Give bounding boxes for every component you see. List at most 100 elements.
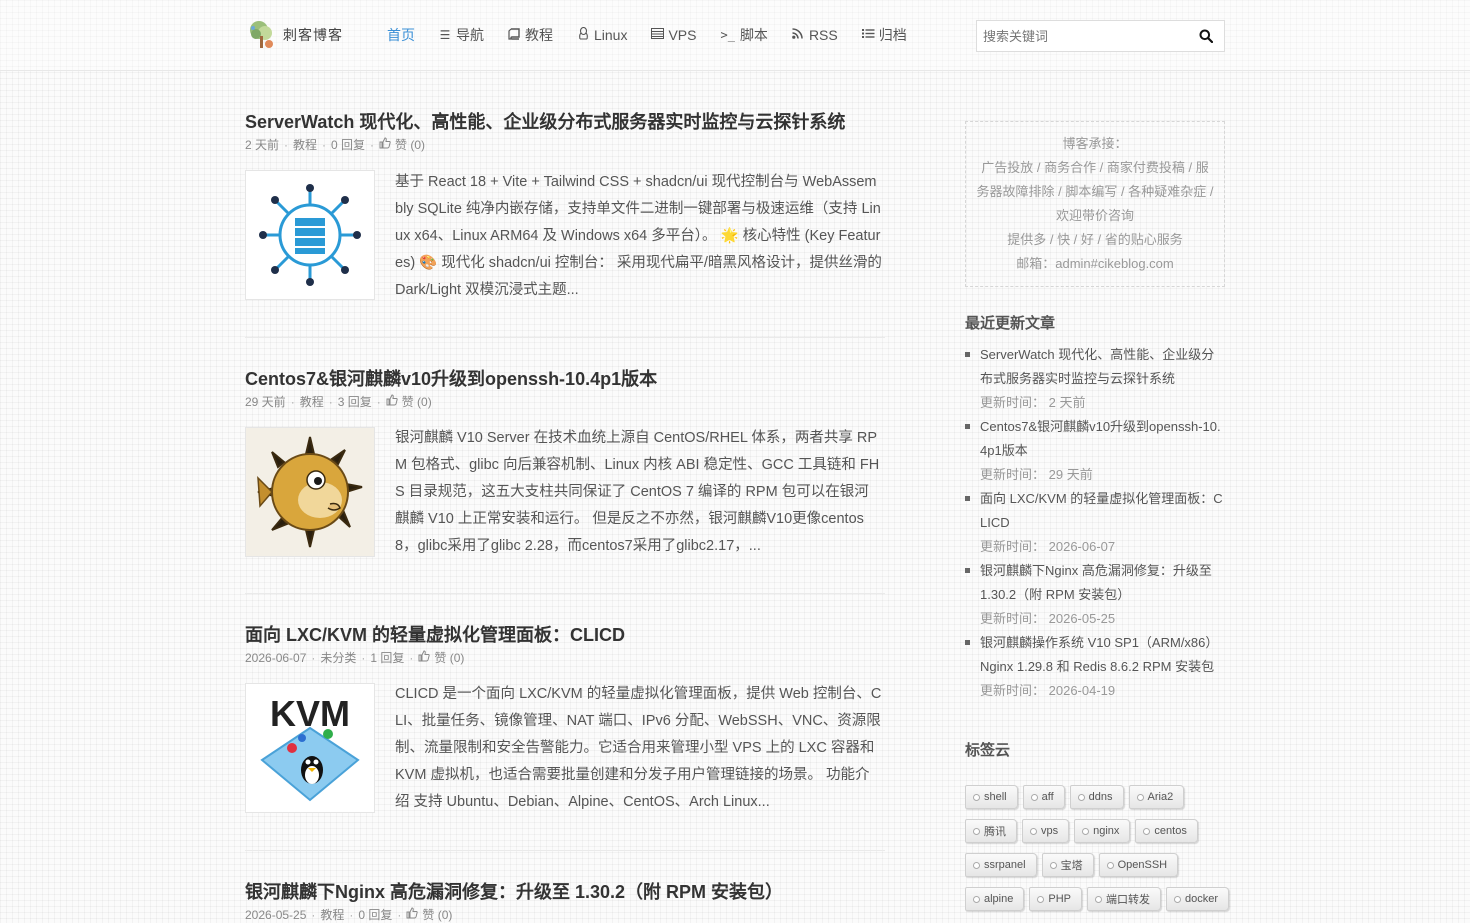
nav-guide[interactable]: ☰ 导航 xyxy=(439,25,484,45)
tag[interactable]: shell xyxy=(965,785,1018,809)
nav-home[interactable]: 首页 xyxy=(387,25,415,45)
nav-rss[interactable]: RSS xyxy=(792,27,838,43)
nav-tutorial[interactable]: 教程 xyxy=(508,25,553,45)
post-thumbnail[interactable] xyxy=(245,427,375,557)
post-thumbnail[interactable] xyxy=(245,170,375,300)
update-time: 2026-04-19 xyxy=(1048,683,1116,698)
tag[interactable]: ssrpanel xyxy=(965,853,1037,877)
post-title[interactable]: Centos7&银河麒麟v10升级到openssh-10.4p1版本 xyxy=(245,367,885,391)
book-icon xyxy=(508,27,520,43)
post-excerpt: CLICD 是一个面向 LXC/KVM 的轻量虚拟化管理面板，提供 Web 控制… xyxy=(395,686,882,810)
nav-label: 教程 xyxy=(525,27,553,43)
post-replies[interactable]: 0 回复 xyxy=(358,907,392,923)
post-date: 2026-06-07 xyxy=(245,651,307,665)
openssh-pufferfish-image xyxy=(257,436,363,548)
tag[interactable]: 腾讯 xyxy=(965,819,1017,843)
search-input[interactable] xyxy=(977,21,1188,51)
list-item: 面向 LXC/KVM 的轻量虚拟化管理面板：CLICD 更新时间： 2026-0… xyxy=(965,487,1225,559)
update-time-label: 更新时间： xyxy=(980,683,1046,698)
update-time-label: 更新时间： xyxy=(980,611,1046,626)
nav-label: RSS xyxy=(808,27,838,43)
ad-slogan: 提供多 / 快 / 好 / 省的贴心服务 xyxy=(1007,232,1183,247)
tag[interactable]: 端口转发 xyxy=(1086,887,1161,911)
tag[interactable]: ddns xyxy=(1069,785,1124,809)
site-header: 刺客博客 首页 ☰ 导航 教程 Linux VPS >_ 脚本 RSS 归档 搜… xyxy=(0,0,1470,71)
update-time-label: 更新时间： xyxy=(980,539,1046,554)
tag[interactable]: PHP xyxy=(1029,887,1082,911)
thumbs-up-icon[interactable] xyxy=(406,907,419,923)
post-category[interactable]: 未分类 xyxy=(320,650,356,666)
update-time: 2026-06-07 xyxy=(1048,539,1116,554)
ad-email: 邮箱：admin#cikeblog.com xyxy=(1016,256,1174,271)
rss-icon xyxy=(792,28,804,42)
tag[interactable]: alpine xyxy=(965,887,1025,911)
ad-box: 博客承接： 广告投放 / 商务合作 / 商家付费投稿 / 服务器故障排除 / 脚… xyxy=(965,121,1225,287)
post-replies[interactable]: 1 回复 xyxy=(370,650,404,666)
post-likes[interactable]: 赞 (0) xyxy=(434,650,464,666)
post-replies[interactable]: 3 回复 xyxy=(338,394,372,410)
recent-post-link[interactable]: 面向 LXC/KVM 的轻量虚拟化管理面板：CLICD xyxy=(980,487,1225,535)
recent-post-link[interactable]: 银河麒麟操作系统 V10 SP1（ARM/x86）Nginx 1.29.8 和 … xyxy=(980,631,1225,679)
tag-cloud-title: 标签云 xyxy=(965,742,1011,759)
update-time: 2026-05-25 xyxy=(1048,611,1116,626)
tag[interactable]: 宝塔 xyxy=(1041,853,1094,877)
post-likes[interactable]: 赞 (0) xyxy=(422,907,452,923)
thumbs-up-icon[interactable] xyxy=(418,650,431,666)
tag[interactable]: vps xyxy=(1022,819,1070,843)
server-icon xyxy=(651,28,665,42)
kvm-logo-image: KVM xyxy=(260,693,360,802)
tag[interactable]: aff xyxy=(1022,785,1065,809)
post-divider xyxy=(245,850,885,851)
post-meta: 2026-06-07 · 未分类 · 1 回复 · 赞 (0) xyxy=(245,650,465,666)
tag[interactable]: OpenSSH xyxy=(1098,853,1179,877)
post-thumbnail[interactable]: KVM xyxy=(245,683,375,813)
thumbs-up-icon[interactable] xyxy=(379,137,391,153)
recent-post-link[interactable]: Centos7&银河麒麟v10升级到openssh-10.4p1版本 xyxy=(980,415,1225,463)
recent-post-link[interactable]: ServerWatch 现代化、高性能、企业级分布式服务器实时监控与云探针系统 xyxy=(980,343,1225,391)
tag[interactable]: nginx xyxy=(1074,819,1131,843)
post-title[interactable]: 银河麒麟下Nginx 高危漏洞修复：升级至 1.30.2（附 RPM 安装包） xyxy=(245,880,885,904)
linux-icon xyxy=(577,26,589,43)
update-time: 2 天前 xyxy=(1048,395,1086,410)
post-meta: 2026-05-25 · 教程 · 0 回复 · 赞 (0) xyxy=(245,907,453,923)
post-excerpt: 银河麒麟 V10 Server 在技术血统上源自 CentOS/RHEL 体系，… xyxy=(395,430,880,554)
recent-posts-title: 最近更新文章 xyxy=(965,315,1056,332)
recent-posts-list: ServerWatch 现代化、高性能、企业级分布式服务器实时监控与云探针系统 … xyxy=(965,343,1225,703)
post-excerpt: 基于 React 18 + Vite + Tailwind CSS + shad… xyxy=(395,174,882,298)
post-category[interactable]: 教程 xyxy=(300,394,324,410)
nav-linux[interactable]: Linux xyxy=(577,26,628,43)
update-time: 29 天前 xyxy=(1048,467,1093,482)
post-likes[interactable]: 赞 (0) xyxy=(395,137,425,153)
search-button[interactable] xyxy=(1188,21,1224,51)
post-category[interactable]: 教程 xyxy=(293,137,317,153)
list-item: Centos7&银河麒麟v10升级到openssh-10.4p1版本 更新时间：… xyxy=(965,415,1225,487)
post-item: 银河麒麟下Nginx 高危漏洞修复：升级至 1.30.2（附 RPM 安装包） … xyxy=(245,880,885,923)
post-date: 2 天前 xyxy=(245,138,280,152)
post-title[interactable]: ServerWatch 现代化、高性能、企业级分布式服务器实时监控与云探针系统 xyxy=(245,110,885,134)
post-replies[interactable]: 0 回复 xyxy=(331,137,365,153)
site-logo[interactable]: 刺客博客 xyxy=(247,19,347,51)
post-item: 面向 LXC/KVM 的轻量虚拟化管理面板：CLICD 2026-06-07 · … xyxy=(245,623,885,816)
post-meta: 29 天前 · 教程 · 3 回复 · 赞 (0) xyxy=(245,394,432,410)
tag[interactable]: Aria2 xyxy=(1128,785,1185,809)
post-title[interactable]: 面向 LXC/KVM 的轻量虚拟化管理面板：CLICD xyxy=(245,623,885,647)
post-item: ServerWatch 现代化、高性能、企业级分布式服务器实时监控与云探针系统 … xyxy=(245,110,885,304)
list-icon: ☰ xyxy=(439,28,451,42)
tag[interactable]: docker xyxy=(1165,887,1230,911)
nav-script[interactable]: >_ 脚本 xyxy=(720,25,767,45)
nav-label: VPS xyxy=(668,27,697,43)
post-divider xyxy=(245,337,885,338)
post-category[interactable]: 教程 xyxy=(320,907,344,923)
nav-archive[interactable]: 归档 xyxy=(861,25,907,45)
nav-label: Linux xyxy=(594,27,628,43)
nav-vps[interactable]: VPS xyxy=(651,27,696,43)
nav-label: 脚本 xyxy=(739,27,768,43)
logo-text: 刺客博客 xyxy=(283,28,343,44)
post-likes[interactable]: 赞 (0) xyxy=(402,394,432,410)
recent-post-link[interactable]: 银河麒麟下Nginx 高危漏洞修复：升级至 1.30.2（附 RPM 安装包） xyxy=(980,559,1225,607)
nav-label: 导航 xyxy=(456,27,484,43)
nav-label: 归档 xyxy=(878,27,907,43)
tag[interactable]: centos xyxy=(1135,819,1198,843)
list-item: 银河麒麟操作系统 V10 SP1（ARM/x86）Nginx 1.29.8 和 … xyxy=(965,631,1225,703)
thumbs-up-icon[interactable] xyxy=(386,394,398,410)
